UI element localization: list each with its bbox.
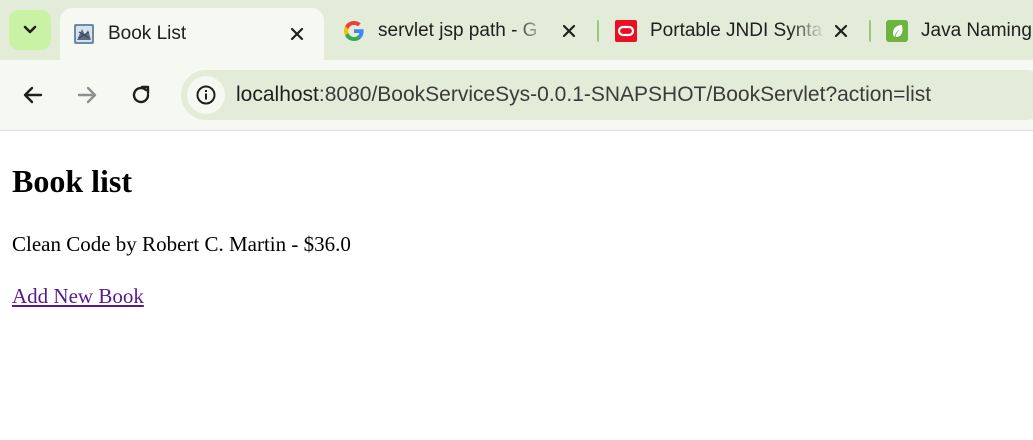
tab-title: servlet jsp path - G (378, 20, 538, 41)
tab-book-list[interactable]: Book List (60, 8, 324, 60)
tab-portable-jndi-syntax[interactable]: Portable JNDI Synta (602, 10, 864, 52)
page-heading: Book list (12, 163, 133, 199)
url-path: :8080/BookServiceSys-0.0.1-SNAPSHOT/Book… (318, 83, 932, 106)
book-entry: Clean Code by Robert C. Martin - $36.0 (12, 232, 351, 256)
tab-title: Book List (108, 23, 187, 44)
tab-servlet-jsp-path[interactable]: servlet jsp path - G (330, 10, 592, 52)
address-bar[interactable]: localhost:8080/BookServiceSys-0.0.1-SNAP… (181, 70, 1033, 120)
forward-button[interactable] (69, 77, 105, 113)
info-icon (196, 85, 216, 105)
browser-toolbar: localhost:8080/BookServiceSys-0.0.1-SNAP… (0, 60, 1033, 130)
oracle-icon (615, 20, 637, 42)
close-tab-icon[interactable] (286, 23, 308, 45)
reload-icon (132, 85, 150, 104)
tab-separator (597, 20, 599, 42)
arrow-left-icon (23, 86, 43, 104)
tab-title: Portable JNDI Synta (650, 20, 823, 41)
toolbar-divider (0, 130, 1033, 131)
chevron-down-icon (23, 25, 37, 34)
tab-title: Java Naming (921, 20, 1032, 41)
tab-search-button[interactable] (9, 10, 51, 50)
browser-chrome: Book List servlet jsp path - G Portable … (0, 0, 1033, 131)
tab-java-naming[interactable]: Java Naming (873, 10, 1033, 52)
spring-icon (886, 20, 908, 42)
site-info-button[interactable] (187, 76, 225, 114)
add-new-book-link[interactable]: Add New Book (12, 284, 144, 309)
tab-separator (869, 20, 871, 42)
arrow-right-icon (77, 86, 97, 104)
tab-strip: Book List servlet jsp path - G Portable … (0, 0, 1033, 60)
close-tab-icon[interactable] (558, 20, 580, 42)
back-button[interactable] (15, 77, 51, 113)
tomcat-icon (74, 24, 94, 44)
close-tab-icon[interactable] (830, 20, 852, 42)
reload-button[interactable] (123, 77, 159, 113)
url-text: localhost:8080/BookServiceSys-0.0.1-SNAP… (236, 83, 931, 107)
url-host: localhost (236, 83, 319, 106)
google-icon (344, 21, 364, 41)
